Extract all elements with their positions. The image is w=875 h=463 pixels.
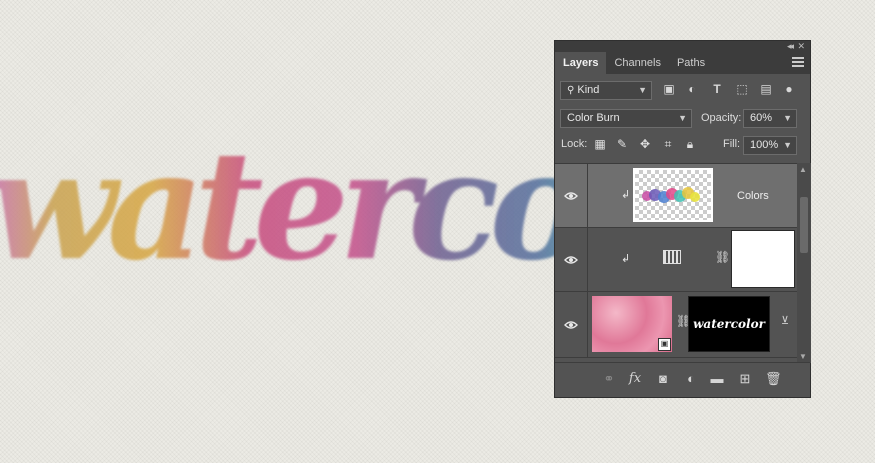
layers-list: ↲ Colors ↲ ⛓ ▣ ⛓ watercolor ⊻ — [555, 163, 797, 364]
lock-paint-icon[interactable]: ✎ — [615, 137, 629, 151]
smart-object-thumbnail[interactable]: ▣ — [592, 296, 672, 352]
layers-scrollbar[interactable]: ▲ ▼ — [797, 163, 811, 363]
chevron-down-icon: ▼ — [783, 113, 792, 123]
eye-icon — [564, 192, 578, 200]
adjustment-filter-icon[interactable]: ◐ — [685, 82, 699, 96]
layer-thumbnail[interactable] — [633, 168, 713, 222]
panel-tabs: Layers Channels Paths — [555, 52, 810, 74]
tab-layers[interactable]: Layers — [555, 52, 607, 74]
new-layer-icon[interactable]: ⊞ — [737, 371, 753, 387]
search-icon: ⚲ — [567, 85, 575, 96]
chevron-down-icon: ▼ — [678, 113, 687, 123]
lock-row: Lock: ▦ ✎ ✥ ⌗ 🔒︎ Fill: 100% ▼ — [555, 135, 810, 159]
filter-kind-label: Kind — [577, 84, 600, 96]
layer-row-adjustment[interactable]: ↲ ⛓ — [555, 228, 797, 292]
filter-kind-select[interactable]: ⚲ Kind ▼ — [560, 81, 652, 100]
layer-row-smart-object[interactable]: ▣ ⛓ watercolor ⊻ — [555, 292, 797, 358]
adjustment-icon[interactable]: ◐ — [683, 371, 699, 387]
folder-icon[interactable]: ▬ — [709, 371, 725, 387]
visibility-toggle[interactable] — [555, 228, 588, 291]
blend-mode-select[interactable]: Color Burn ▼ — [560, 109, 692, 128]
layer-name[interactable]: Colors — [737, 190, 769, 202]
layers-panel: ◂◂ ✕ Layers Channels Paths ⚲ Kind ▼ ▣ ◐ … — [554, 40, 811, 398]
lock-transparent-icon[interactable]: ▦ — [593, 137, 607, 151]
opacity-label: Opacity: — [701, 112, 742, 124]
fx-icon[interactable]: fx — [627, 371, 643, 387]
scroll-thumb[interactable] — [800, 197, 808, 253]
visibility-toggle[interactable] — [555, 164, 588, 227]
blend-row: Color Burn ▼ Opacity: 60% ▼ — [555, 107, 810, 131]
mask-text: watercolor — [693, 317, 765, 331]
collapse-icon[interactable]: ◂◂ — [787, 41, 794, 52]
lock-all-icon[interactable]: 🔒︎ — [683, 137, 697, 151]
visibility-toggle[interactable] — [555, 292, 588, 357]
chevron-down-icon: ▼ — [783, 140, 792, 150]
panel-footer: ⚭ fx ◙ ◐ ▬ ⊞ 🗑︎ — [555, 362, 810, 397]
colors-thumbnail-art — [642, 187, 700, 203]
clip-arrow-icon: ↲ — [621, 253, 631, 265]
lock-label: Lock: — [561, 138, 588, 150]
tab-paths[interactable]: Paths — [669, 52, 713, 74]
scroll-down-icon[interactable]: ▼ — [799, 352, 807, 361]
fill-value: 100% — [750, 139, 779, 151]
smart-object-filter-icon[interactable]: ▤ — [759, 82, 773, 96]
layer-mask-thumbnail[interactable]: watercolor — [688, 296, 770, 352]
layer-effects-icon[interactable]: ⊻ — [781, 314, 789, 327]
panel-menu-icon[interactable] — [792, 57, 804, 67]
chain-link-icon[interactable]: ⛓ — [715, 250, 730, 264]
fill-label: Fill: — [723, 138, 741, 150]
shape-filter-icon[interactable]: ⬚ — [735, 82, 749, 96]
scroll-up-icon[interactable]: ▲ — [799, 165, 807, 174]
smart-object-badge-icon: ▣ — [658, 338, 671, 351]
pixel-filter-icon[interactable]: ▣ — [662, 82, 676, 96]
filter-toggle-icon[interactable]: ● — [782, 82, 796, 96]
adjustment-layer-icon[interactable] — [663, 250, 681, 264]
tab-channels[interactable]: Channels — [606, 52, 668, 74]
layer-row-colors[interactable]: ↲ Colors — [555, 164, 797, 228]
lock-artboard-icon[interactable]: ⌗ — [661, 137, 675, 151]
filter-row: ⚲ Kind ▼ ▣ ◐ T ⬚ ▤ ● — [555, 79, 810, 103]
opacity-value: 60% — [750, 112, 773, 124]
blend-mode-value: Color Burn — [567, 112, 620, 124]
chevron-down-icon: ▼ — [638, 85, 647, 95]
clip-arrow-icon: ↲ — [621, 189, 631, 201]
fill-input[interactable]: 100% ▼ — [743, 136, 797, 155]
close-icon[interactable]: ✕ — [797, 41, 805, 52]
opacity-input[interactable]: 60% ▼ — [743, 109, 797, 128]
mask-icon[interactable]: ◙ — [655, 371, 671, 387]
panel-title-bar[interactable]: ◂◂ ✕ — [555, 41, 810, 52]
eye-icon — [564, 256, 578, 264]
eye-icon — [564, 321, 578, 329]
trash-icon[interactable]: 🗑︎ — [765, 371, 782, 387]
lock-move-icon[interactable]: ✥ — [638, 137, 652, 151]
link-icon[interactable]: ⚭ — [601, 371, 617, 387]
layer-mask-thumbnail[interactable] — [731, 230, 795, 288]
type-filter-icon[interactable]: T — [710, 82, 724, 96]
